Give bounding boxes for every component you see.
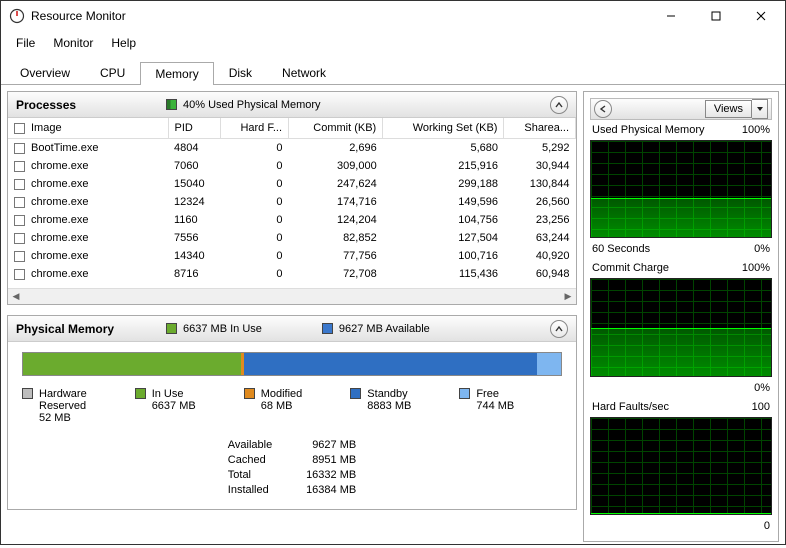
graph2-max: 100% <box>742 262 770 274</box>
row-checkbox[interactable] <box>14 197 25 208</box>
inuse-swatch-icon <box>135 388 146 399</box>
graph3-title: Hard Faults/sec <box>592 401 669 413</box>
row-checkbox[interactable] <box>14 215 25 226</box>
modified-swatch-icon <box>244 388 255 399</box>
titlebar: Resource Monitor <box>1 1 785 31</box>
tab-memory[interactable]: Memory <box>140 62 213 85</box>
table-row[interactable]: chrome.exe123240174,716149,59626,560 <box>8 193 576 211</box>
graph-commit-charge <box>590 278 772 376</box>
tabbar: Overview CPU Memory Disk Network <box>1 57 785 85</box>
col-image[interactable]: Image <box>8 118 168 139</box>
graph3-max: 100 <box>752 401 770 413</box>
processes-table: Image PID Hard F... Commit (KB) Working … <box>8 118 576 283</box>
menu-monitor[interactable]: Monitor <box>44 33 102 53</box>
processes-panel: Processes 40% Used Physical Memory Image… <box>7 91 577 305</box>
graph1-max: 100% <box>742 124 770 136</box>
tab-overview[interactable]: Overview <box>5 61 85 84</box>
collapse-button[interactable] <box>550 320 568 338</box>
memory-swatch-icon <box>166 99 177 110</box>
graph-used-physical-memory <box>590 140 772 238</box>
app-icon <box>9 8 25 24</box>
tab-cpu[interactable]: CPU <box>85 61 140 84</box>
graphs-toolbar: Views <box>590 98 772 120</box>
memory-stats: Available Cached Total Installed 9627 MB… <box>22 438 562 497</box>
close-button[interactable] <box>738 2 783 30</box>
row-checkbox[interactable] <box>14 161 25 172</box>
views-button[interactable]: Views <box>705 100 752 118</box>
memory-legend: HardwareReserved52 MB In Use6637 MB Modi… <box>22 388 562 424</box>
membar-inuse <box>23 353 241 375</box>
menu-file[interactable]: File <box>7 33 44 53</box>
scroll-right-icon[interactable]: ▶ <box>560 289 576 305</box>
graphs-pane: Views Used Physical Memory 100% 60 Second… <box>583 91 779 542</box>
table-row[interactable]: BootTime.exe480402,6965,6805,292 <box>8 139 576 158</box>
col-working-set[interactable]: Working Set (KB) <box>383 118 504 139</box>
row-checkbox[interactable] <box>14 179 25 190</box>
table-row[interactable]: chrome.exe8716072,708115,43660,948 <box>8 265 576 283</box>
tab-network[interactable]: Network <box>267 61 341 84</box>
graph3-footer-right: 0 <box>764 520 770 532</box>
physical-memory-header[interactable]: Physical Memory 6637 MB In Use 9627 MB A… <box>8 316 576 342</box>
table-row[interactable]: chrome.exe11600124,204104,75623,256 <box>8 211 576 229</box>
table-row[interactable]: chrome.exe70600309,000215,91630,944 <box>8 157 576 175</box>
row-checkbox[interactable] <box>14 251 25 262</box>
graph1-title: Used Physical Memory <box>592 124 704 136</box>
graph1-footer-left: 60 Seconds <box>592 243 650 255</box>
processes-stat: 40% Used Physical Memory <box>183 99 321 111</box>
standby-swatch-icon <box>350 388 361 399</box>
graph-hard-faults <box>590 417 772 515</box>
scroll-left-icon[interactable]: ◀ <box>8 289 24 305</box>
processes-title: Processes <box>16 98 166 112</box>
membar-free <box>537 353 561 375</box>
graph2-title: Commit Charge <box>592 262 669 274</box>
views-dropdown[interactable] <box>752 99 768 119</box>
collapse-button[interactable] <box>550 96 568 114</box>
menu-help[interactable]: Help <box>102 33 145 53</box>
select-all-checkbox[interactable] <box>14 123 25 134</box>
col-pid[interactable]: PID <box>168 118 221 139</box>
horizontal-scrollbar[interactable]: ◀ ▶ <box>8 288 576 304</box>
available-swatch-icon <box>322 323 333 334</box>
minimize-button[interactable] <box>648 2 693 30</box>
processes-header[interactable]: Processes 40% Used Physical Memory <box>8 92 576 118</box>
col-hard-faults[interactable]: Hard F... <box>221 118 289 139</box>
tab-disk[interactable]: Disk <box>214 61 267 84</box>
row-checkbox[interactable] <box>14 233 25 244</box>
window-title: Resource Monitor <box>31 9 648 23</box>
row-checkbox[interactable] <box>14 143 25 154</box>
table-row[interactable]: chrome.exe14340077,756100,71640,920 <box>8 247 576 265</box>
hw-swatch-icon <box>22 388 33 399</box>
physical-memory-title: Physical Memory <box>16 322 166 336</box>
graph2-footer-right: 0% <box>754 382 770 394</box>
inuse-swatch-icon <box>166 323 177 334</box>
table-row[interactable]: chrome.exe150400247,624299,188130,844 <box>8 175 576 193</box>
physical-memory-panel: Physical Memory 6637 MB In Use 9627 MB A… <box>7 315 577 510</box>
free-swatch-icon <box>459 388 470 399</box>
physical-stat-available: 9627 MB Available <box>339 323 430 335</box>
maximize-button[interactable] <box>693 2 738 30</box>
col-commit[interactable]: Commit (KB) <box>289 118 383 139</box>
table-row[interactable]: chrome.exe7556082,852127,50463,244 <box>8 229 576 247</box>
row-checkbox[interactable] <box>14 269 25 280</box>
expand-button[interactable] <box>594 100 612 118</box>
memory-composition-bar <box>22 352 562 376</box>
membar-standby <box>244 353 537 375</box>
physical-stat-inuse: 6637 MB In Use <box>183 323 262 335</box>
col-shareable[interactable]: Sharea... <box>504 118 576 139</box>
processes-table-wrap: Image PID Hard F... Commit (KB) Working … <box>8 118 576 288</box>
graph1-footer-right: 0% <box>754 243 770 255</box>
menubar: File Monitor Help <box>1 31 785 55</box>
